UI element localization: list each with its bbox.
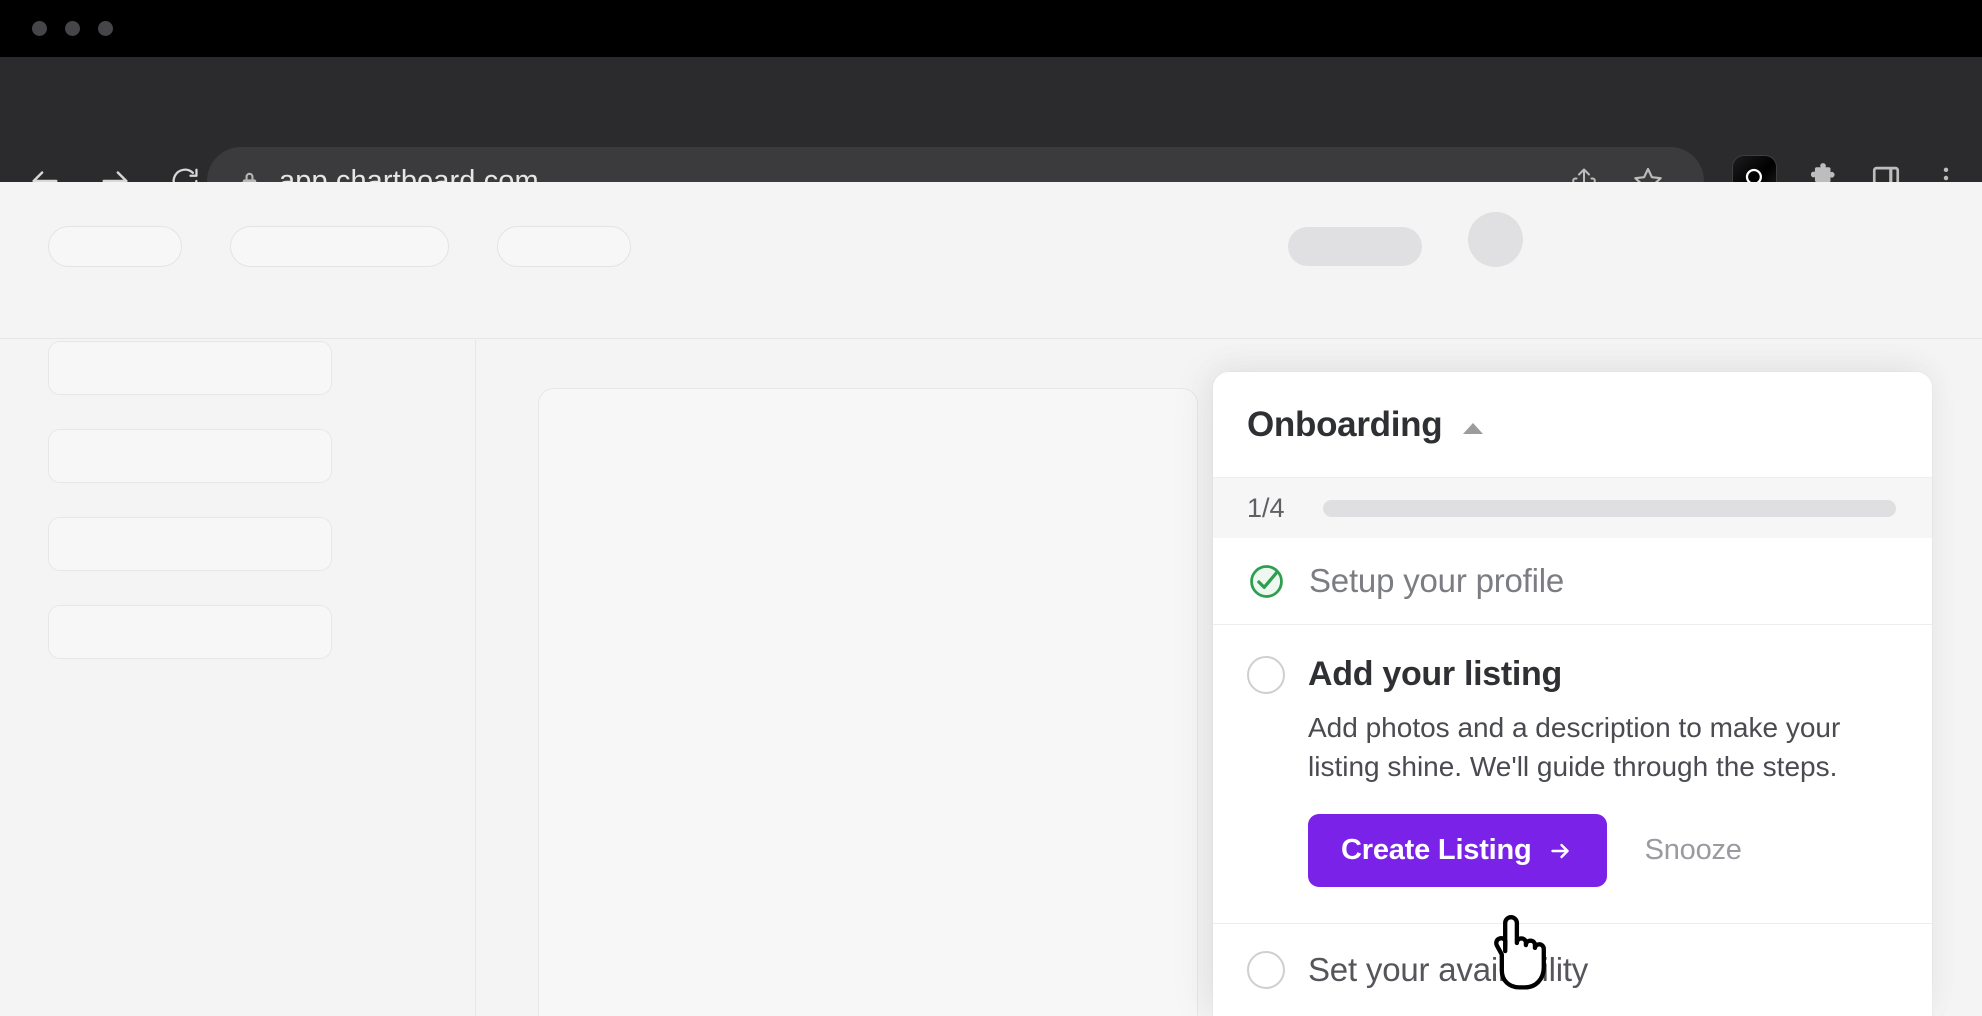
app-topbar bbox=[0, 182, 1982, 339]
arrow-right-icon bbox=[1547, 839, 1574, 863]
window-traffic-lights bbox=[32, 21, 113, 36]
onboarding-item-actions: Create Listing Snooze bbox=[1308, 814, 1898, 887]
empty-circle-icon[interactable] bbox=[1247, 656, 1285, 694]
main-content-placeholder-card bbox=[538, 388, 1198, 1016]
onboarding-card: Onboarding 1/4 Setup your profile bbox=[1213, 372, 1932, 1016]
onboarding-item-label: Setup your profile bbox=[1309, 562, 1564, 600]
chevron-up-icon bbox=[1460, 420, 1486, 436]
onboarding-item-add-listing: Add your listing Add photos and a descri… bbox=[1213, 624, 1932, 923]
sidebar-placeholder-3[interactable] bbox=[48, 517, 332, 571]
account-pill-placeholder[interactable] bbox=[1288, 227, 1422, 266]
onboarding-progress-track bbox=[1323, 500, 1896, 517]
window-maximize-button[interactable] bbox=[98, 21, 113, 36]
onboarding-item-label: Add your listing bbox=[1308, 655, 1562, 694]
browser-titlebar bbox=[0, 0, 1982, 57]
onboarding-progress-label: 1/4 bbox=[1247, 493, 1309, 524]
check-circle-icon bbox=[1247, 562, 1286, 601]
sidebar-placeholder-1[interactable] bbox=[48, 341, 332, 395]
onboarding-title: Onboarding bbox=[1247, 405, 1442, 445]
onboarding-item-set-availability[interactable]: Set your availability bbox=[1213, 923, 1932, 1015]
empty-circle-icon[interactable] bbox=[1247, 951, 1285, 989]
topbar-placeholder-3[interactable] bbox=[497, 226, 631, 267]
create-listing-label: Create Listing bbox=[1341, 834, 1532, 867]
window-close-button[interactable] bbox=[32, 21, 47, 36]
onboarding-progress: 1/4 bbox=[1213, 477, 1932, 538]
avatar[interactable] bbox=[1468, 212, 1523, 267]
screenshot-root: app.chartboard.com bbox=[0, 0, 1982, 1016]
topbar-placeholder-2[interactable] bbox=[230, 226, 449, 267]
onboarding-header[interactable]: Onboarding bbox=[1213, 372, 1932, 477]
sidebar-placeholder-2[interactable] bbox=[48, 429, 332, 483]
onboarding-item-label: Set your availability bbox=[1308, 951, 1588, 989]
onboarding-item-description: Add photos and a description to make you… bbox=[1308, 709, 1898, 786]
app-sidebar bbox=[0, 340, 476, 1016]
onboarding-collapse-button[interactable] bbox=[1460, 414, 1486, 436]
create-listing-button[interactable]: Create Listing bbox=[1308, 814, 1607, 887]
onboarding-item-header: Add your listing bbox=[1247, 655, 1898, 694]
topbar-placeholder-1[interactable] bbox=[48, 226, 182, 267]
window-minimize-button[interactable] bbox=[65, 21, 80, 36]
onboarding-item-setup-profile[interactable]: Setup your profile bbox=[1213, 538, 1932, 624]
browser-toolbar: app.chartboard.com bbox=[0, 57, 1982, 182]
snooze-button[interactable]: Snooze bbox=[1619, 814, 1768, 887]
sidebar-placeholder-4[interactable] bbox=[48, 605, 332, 659]
